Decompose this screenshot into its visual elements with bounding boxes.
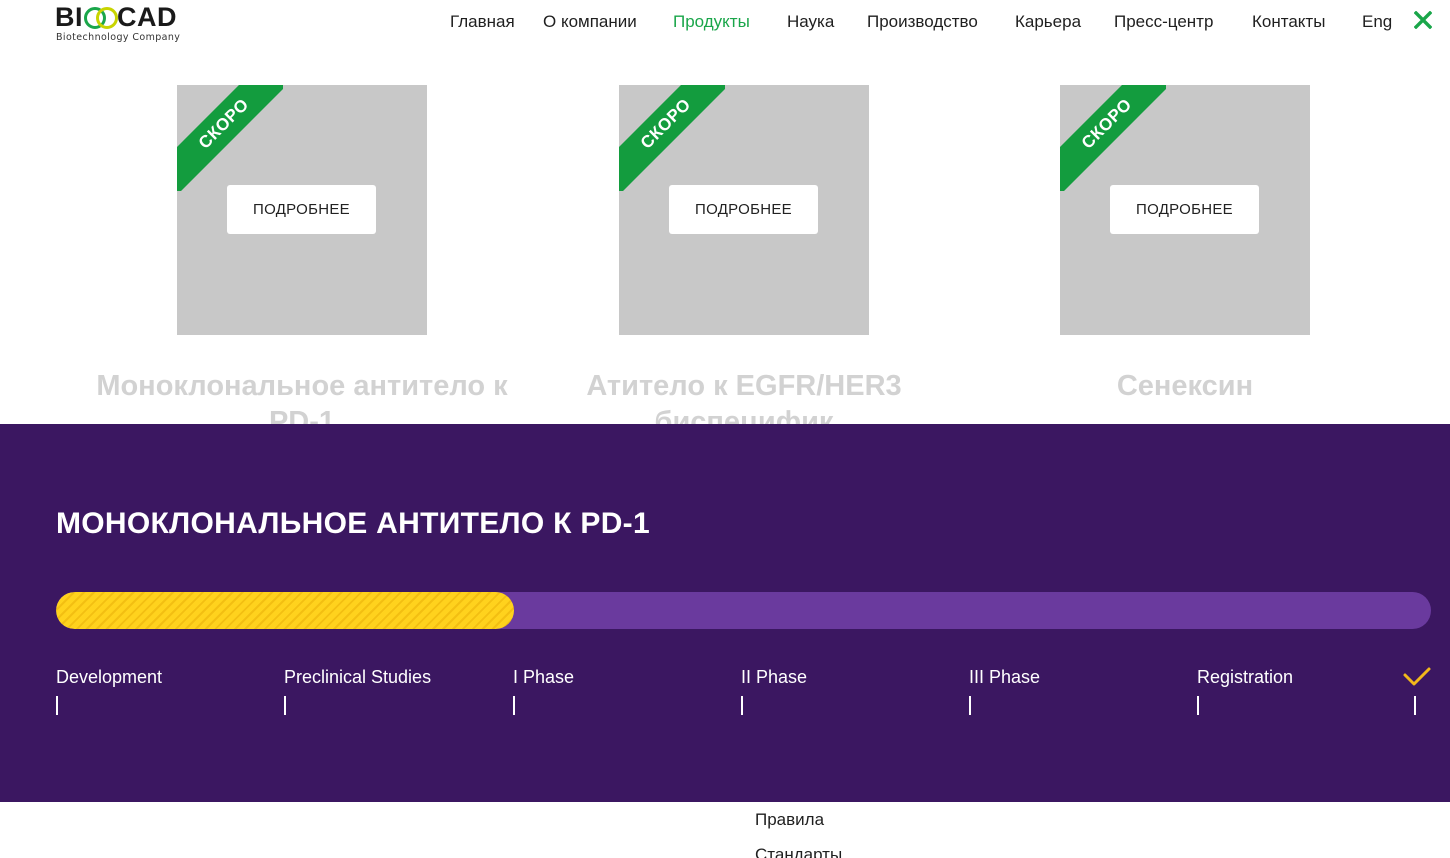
stage-label: III Phase — [969, 667, 1041, 687]
stage-tick — [969, 696, 971, 715]
nav-item-press[interactable]: Пресс-центр — [1114, 10, 1213, 34]
product-image: СКОРО ПОДРОБНЕЕ — [177, 85, 427, 335]
stage-phase-3: III Phase — [969, 664, 1041, 715]
nav-item-products[interactable]: Продукты — [673, 10, 750, 34]
nav-item-contacts[interactable]: Контакты — [1252, 10, 1325, 34]
stage-tick — [513, 696, 515, 715]
nav-item-home[interactable]: Главная — [450, 10, 515, 34]
panel-title: МОНОКЛОНАЛЬНОЕ АНТИТЕЛО К PD-1 — [56, 507, 650, 540]
main-nav: Главная О компании Продукты Наука Произв… — [0, 10, 1450, 36]
stage-tick — [284, 696, 286, 715]
nav-item-production[interactable]: Производство — [867, 10, 978, 34]
details-button[interactable]: ПОДРОБНЕЕ — [1110, 185, 1259, 234]
stage-registration: Registration — [1197, 664, 1294, 715]
stage-label: Development — [56, 667, 163, 687]
stage-label: I Phase — [513, 667, 575, 687]
nav-item-language[interactable]: Eng — [1362, 10, 1392, 34]
details-button[interactable]: ПОДРОБНЕЕ — [669, 185, 818, 234]
ribbon-label: СКОРО — [177, 85, 283, 191]
stage-phase-2: II Phase — [741, 664, 808, 715]
stage-tick — [1197, 696, 1199, 715]
coming-soon-ribbon: СКОРО — [177, 85, 283, 191]
check-icon — [1403, 667, 1431, 686]
nav-item-science[interactable]: Наука — [787, 10, 834, 34]
ribbon-label: СКОРО — [619, 85, 725, 191]
product-image: СКОРО ПОДРОБНЕЕ — [1060, 85, 1310, 335]
stage-phase-1: I Phase — [513, 664, 575, 715]
coming-soon-ribbon: СКОРО — [1060, 85, 1166, 191]
product-title[interactable]: Сенексин — [965, 368, 1405, 404]
details-button[interactable]: ПОДРОБНЕЕ — [227, 185, 376, 234]
stage-tick — [1414, 696, 1416, 715]
product-image: СКОРО ПОДРОБНЕЕ — [619, 85, 869, 335]
footer-link-rules[interactable]: Правила — [755, 810, 824, 830]
ribbon-label: СКОРО — [1060, 85, 1166, 191]
stage-label: Preclinical Studies — [284, 667, 432, 687]
coming-soon-ribbon: СКОРО — [619, 85, 725, 191]
stage-label: II Phase — [741, 667, 808, 687]
stage-tick — [741, 696, 743, 715]
stage-preclinical: Preclinical Studies — [284, 664, 432, 715]
nav-item-about[interactable]: О компании — [543, 10, 637, 34]
stage-label: Registration — [1197, 667, 1294, 687]
stage-tick — [56, 696, 58, 715]
nav-item-career[interactable]: Карьера — [1015, 10, 1081, 34]
pipeline-panel: МОНОКЛОНАЛЬНОЕ АНТИТЕЛО К PD-1 Developme… — [0, 424, 1450, 802]
pipeline-progress-track — [56, 592, 1431, 629]
stage-development: Development — [56, 664, 163, 715]
footer-link-standards[interactable]: Стандарты — [755, 845, 842, 858]
site-header: BI CAD Biotechnology Company Главная О ко… — [0, 0, 1450, 50]
pipeline-progress-fill — [56, 592, 514, 629]
close-icon[interactable] — [1414, 11, 1432, 29]
